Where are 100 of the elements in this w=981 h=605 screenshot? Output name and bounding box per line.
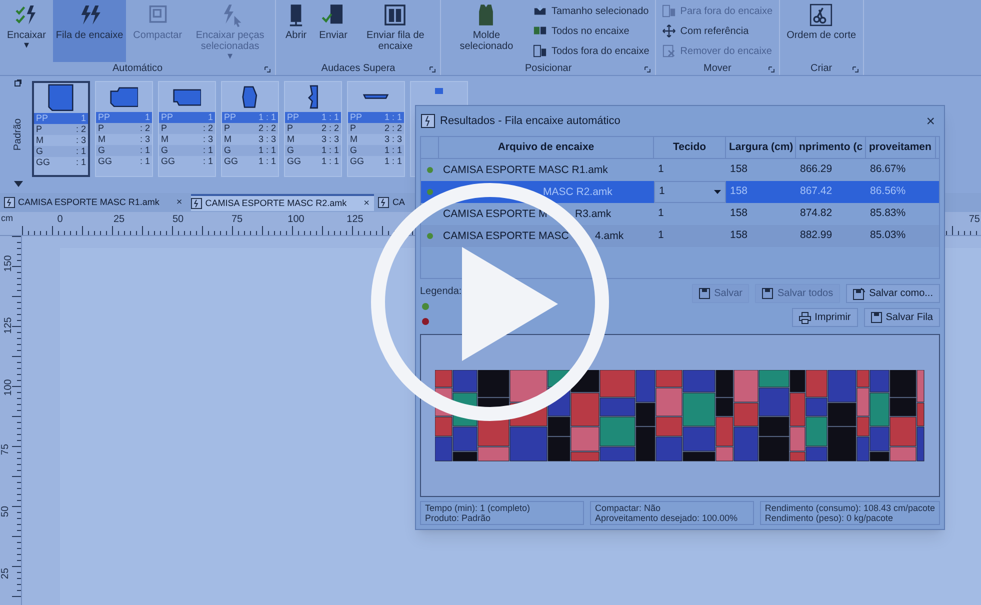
size-row[interactable]: G : 1 <box>159 145 215 156</box>
ribbon-button[interactable]: Encaixar ▾ <box>4 0 49 62</box>
table-row[interactable]: CAMISA ESPORTE MASC 4.amk 1 158 882.99 85.03% <box>421 225 939 247</box>
table-row[interactable]: CAMISA ESPORTE MASC R1.amk 1 158 866.29 86.67% <box>421 159 939 181</box>
size-row[interactable]: G : 1 <box>96 145 152 156</box>
close-tab-button[interactable]: × <box>364 196 370 211</box>
ruler-label: 100 <box>2 379 15 396</box>
size-row[interactable]: GG : 1 <box>96 156 152 167</box>
ribbon-button[interactable]: Molde selecionado <box>445 0 528 62</box>
column-header[interactable]: Largura (cm) <box>726 137 796 158</box>
expand-icon[interactable] <box>852 66 860 73</box>
status-text: Rendimento (consumo): 108.43 cm/pacote <box>764 503 935 513</box>
document-tab[interactable]: CAMISA ESPORTE MASC R2.amk × <box>191 194 374 211</box>
size-row[interactable]: M 3 : 3 <box>348 134 404 145</box>
expand-icon[interactable] <box>768 66 775 73</box>
expand-icon[interactable] <box>429 66 436 73</box>
piece-card[interactable]: PP 1 P : 2 M : 3 G : 1 GG : 1 <box>32 81 90 177</box>
size-row[interactable]: P 2 : 2 <box>348 123 404 134</box>
document-icon <box>191 198 202 209</box>
table-cell-text: 86.67% <box>869 162 907 178</box>
size-row[interactable]: GG 1 : 1 <box>285 156 341 167</box>
save-icon <box>853 288 866 300</box>
table-cell-text: 867.42 <box>799 184 834 200</box>
size-row[interactable]: G 1 : 1 <box>348 145 404 156</box>
size-row[interactable]: G 1 : 1 <box>222 145 278 156</box>
legend-title: Legenda: <box>420 285 462 299</box>
pattern-piece-icon <box>308 85 318 109</box>
ruler-label: 50 <box>172 213 184 227</box>
size-row[interactable]: GG : 1 <box>159 156 215 167</box>
window-title: Resultados - Fila encaixe automático <box>440 114 622 129</box>
piece-card[interactable]: PP 1 : 1 P 2 : 2 M 3 : 3 G 1 : 1 GG 1 : 1 <box>347 81 405 177</box>
size-row[interactable]: GG : 1 <box>34 157 88 168</box>
caret-icon[interactable] <box>14 181 22 187</box>
table-cell-text: 158 <box>729 206 749 222</box>
size-row[interactable]: G 1 : 1 <box>285 145 341 156</box>
size-row[interactable]: G : 1 <box>34 146 88 157</box>
size-row[interactable]: M 3 : 3 <box>285 134 341 145</box>
ribbon-button[interactable]: Com referência <box>660 22 775 40</box>
size-row[interactable]: M 3 : 3 <box>222 134 278 145</box>
group-label: Audaces Supera <box>321 63 396 75</box>
ruler-label: 75 <box>0 444 12 456</box>
table-cell-text: 158 <box>729 184 749 200</box>
size-row[interactable]: P : 2 <box>96 123 152 134</box>
ruler-label: 150 <box>2 255 15 272</box>
ribbon-button[interactable]: Todos no encaixe <box>531 22 652 40</box>
column-header[interactable]: Arquivo de encaixe <box>439 137 654 158</box>
pattern-piece-icon <box>48 84 74 112</box>
piece-card[interactable]: PP 1 : 1 P 2 : 2 M 3 : 3 G 1 : 1 GG 1 : 1 <box>221 81 279 177</box>
printer-icon <box>798 312 811 324</box>
ruler-label: 25 <box>113 213 125 227</box>
unit-label: cm <box>1 212 13 225</box>
table-cell-text: 1 <box>657 206 665 222</box>
restore-icon[interactable] <box>14 79 22 87</box>
scissors-icon <box>808 2 834 28</box>
size-row[interactable]: GG 1 : 1 <box>222 156 278 167</box>
dialog-button[interactable]: Imprimir <box>792 308 858 327</box>
status-text: Rendimento (peso): 0 kg/pacote <box>764 513 894 523</box>
size-row[interactable]: P 2 : 2 <box>285 123 341 134</box>
ribbon-button[interactable]: Abrir <box>280 0 312 62</box>
file-name: R3.amk <box>575 207 612 222</box>
size-row[interactable]: M : 3 <box>96 134 152 145</box>
ruler-label: 125 <box>346 213 364 227</box>
size-row[interactable]: P 2 : 2 <box>222 123 278 134</box>
group-label: Mover <box>704 63 732 75</box>
ribbon-button[interactable]: Enviar fila de encaixe <box>354 0 436 62</box>
status-text: Produto: Padrão <box>425 513 492 523</box>
close-tab-button[interactable]: × <box>176 195 182 210</box>
ribbon-button[interactable]: Enviar <box>316 0 350 62</box>
dialog-button[interactable]: Salvar Fila <box>864 308 940 327</box>
side-label: Padrão <box>12 118 24 150</box>
piece-card[interactable]: PP 1 P : 2 M : 3 G : 1 GG : 1 <box>158 81 216 177</box>
piece-card[interactable]: PP 1 P : 2 M : 3 G : 1 GG : 1 <box>95 81 153 177</box>
table-cell-text: 874.82 <box>799 206 834 222</box>
tab-label: CAMISA ESPORTE MASC R2.amk <box>205 196 347 210</box>
expand-icon[interactable] <box>644 66 652 73</box>
table-cell-text: 882.99 <box>799 228 834 244</box>
dialog-button[interactable]: Salvar como... <box>846 284 940 303</box>
pattern-piece-icon <box>110 86 138 108</box>
table-cell-text: 85.03% <box>869 228 907 244</box>
ruler-label: 0 <box>57 213 63 227</box>
size-row[interactable]: GG 1 : 1 <box>348 156 404 167</box>
size-row[interactable]: M : 3 <box>34 135 88 146</box>
ribbon-button[interactable]: Fila de encaixe <box>52 0 126 62</box>
ribbon-button[interactable]: Todos fora do encaixe <box>531 42 652 60</box>
table-cell-text: 158 <box>729 228 749 244</box>
size-row[interactable]: M : 3 <box>159 134 215 145</box>
close-button[interactable]: × <box>922 114 939 128</box>
fabric-dropdown[interactable]: 1 <box>654 181 726 203</box>
column-header[interactable]: proveitamen <box>866 137 936 158</box>
size-row[interactable]: P : 2 <box>159 123 215 134</box>
size-row[interactable]: P : 2 <box>34 124 88 135</box>
column-header[interactable]: Tecido <box>654 137 726 158</box>
table-cell-text: 85.83% <box>869 206 907 222</box>
ribbon-button[interactable]: Ordem de corte <box>784 0 860 62</box>
status-text: Aproveitamento desejado: 100.00% <box>594 513 739 523</box>
column-header[interactable]: nprimento (c <box>796 137 866 158</box>
piece-card[interactable]: PP 1 : 1 P 2 : 2 M 3 : 3 G 1 : 1 GG 1 : 1 <box>284 81 342 177</box>
ribbon-button[interactable]: Tamanho selecionado <box>531 2 652 20</box>
piece-out-icon <box>662 4 676 18</box>
expand-icon[interactable] <box>264 66 272 73</box>
